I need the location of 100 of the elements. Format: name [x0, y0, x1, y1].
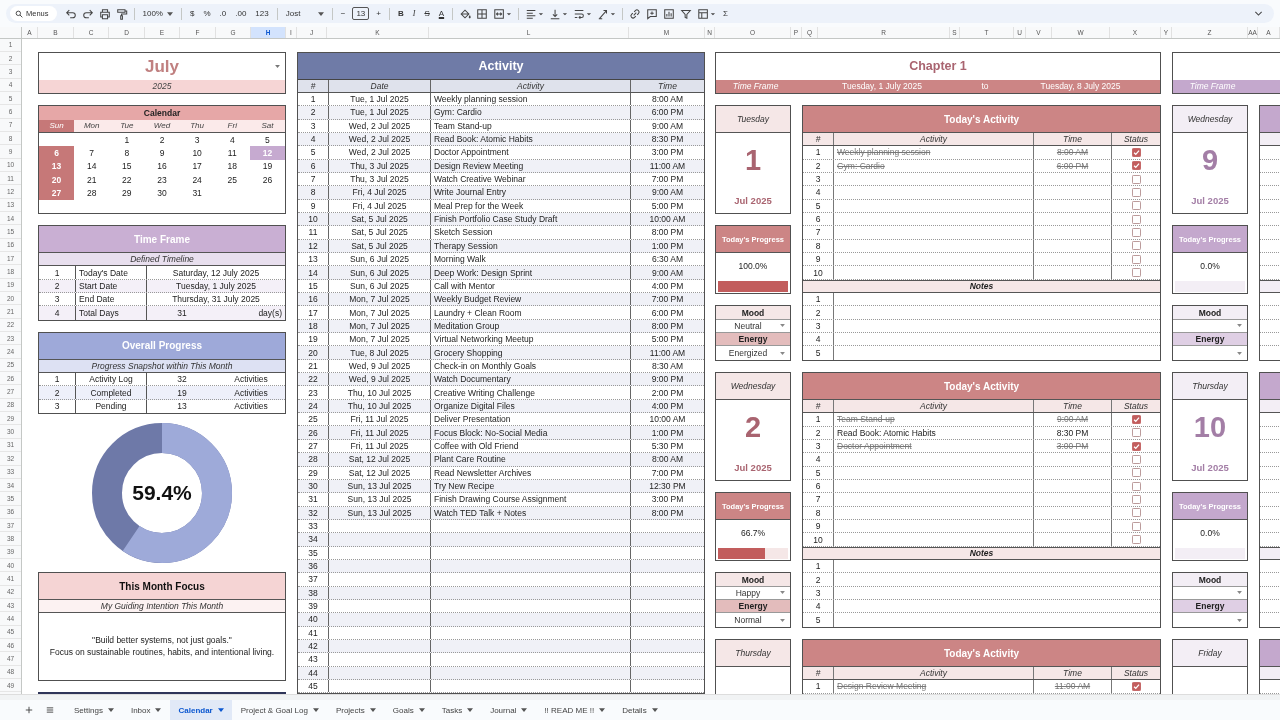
checkbox[interactable]: [1131, 535, 1141, 544]
italic-button[interactable]: I: [410, 7, 418, 20]
text-color-button[interactable]: A: [436, 7, 447, 20]
menu-icon[interactable]: [45, 705, 55, 715]
checkbox[interactable]: [1131, 214, 1141, 224]
calendar-day[interactable]: 4: [214, 132, 250, 147]
sheet-tab[interactable]: Projects: [327, 700, 384, 720]
sheet-tab[interactable]: Details: [614, 700, 666, 720]
merge-cells-icon[interactable]: [493, 7, 513, 20]
calendar-day[interactable]: 28: [74, 186, 110, 200]
align-left-icon[interactable]: [525, 7, 545, 20]
checkbox[interactable]: [1131, 201, 1141, 211]
caret-icon[interactable]: [275, 64, 280, 68]
font-size-field[interactable]: 13: [352, 7, 370, 20]
checkbox[interactable]: [1131, 254, 1141, 264]
calendar-day[interactable]: 11: [214, 146, 250, 160]
toolbar-button[interactable]: +: [374, 7, 383, 20]
energy-dropdown[interactable]: Energized: [716, 346, 790, 360]
checkbox[interactable]: [1131, 481, 1141, 491]
sheet-tab[interactable]: Project & Goal Log: [232, 700, 327, 720]
strikethrough-button[interactable]: S: [422, 7, 432, 20]
calendar-day[interactable]: 5: [249, 132, 285, 147]
add-sheet-icon[interactable]: [24, 705, 34, 715]
paint-bucket-icon[interactable]: [459, 7, 472, 20]
toolbar-button[interactable]: Σ: [721, 7, 731, 20]
calendar-day[interactable]: 29: [109, 186, 145, 200]
checkbox[interactable]: [1131, 147, 1141, 157]
calendar-day[interactable]: 25: [214, 172, 250, 187]
toolbar-button[interactable]: −: [338, 7, 348, 20]
calendar-day[interactable]: 22: [109, 172, 145, 187]
diagonal-arrow-icon[interactable]: [597, 7, 617, 20]
borders-icon[interactable]: [476, 7, 489, 20]
sheet-tab[interactable]: Goals: [384, 700, 433, 720]
calendar-day[interactable]: 2: [144, 132, 180, 147]
checkbox[interactable]: [1131, 441, 1141, 451]
calendar-day[interactable]: 21: [74, 172, 110, 187]
checkbox[interactable]: [1131, 228, 1141, 237]
checkbox[interactable]: [1131, 508, 1141, 518]
sheet-tab[interactable]: Settings: [66, 700, 122, 720]
add-comment-icon[interactable]: [646, 7, 659, 20]
redo-icon[interactable]: [81, 7, 94, 20]
toolbar-button[interactable]: %: [201, 7, 213, 20]
table-cell-text: 3: [309, 119, 317, 132]
checkbox[interactable]: [1131, 414, 1141, 424]
calendar-day[interactable]: 31: [179, 186, 215, 200]
print-icon[interactable]: [98, 7, 111, 20]
energy-dropdown[interactable]: Normal: [716, 613, 790, 627]
calendar-day[interactable]: 24: [179, 172, 215, 187]
bold-button[interactable]: B: [395, 7, 406, 20]
calendar-day[interactable]: 9: [144, 146, 180, 160]
calendar-day[interactable]: 7: [74, 146, 110, 160]
table-cell: 6:00 PM: [630, 106, 704, 119]
checkbox[interactable]: [1131, 521, 1141, 531]
calendar-day[interactable]: 26: [249, 172, 285, 187]
sheet-tab[interactable]: !! READ ME !!: [536, 700, 614, 720]
toolbar-button[interactable]: .00: [233, 7, 249, 20]
checkbox[interactable]: [1131, 241, 1141, 251]
calendar-day[interactable]: 18: [214, 159, 250, 173]
column-header: #: [814, 133, 822, 146]
checkbox[interactable]: [1131, 268, 1141, 277]
checkbox[interactable]: [1131, 454, 1141, 464]
sheet-tab[interactable]: Calendar: [170, 700, 232, 720]
table-icon[interactable]: [697, 7, 717, 20]
zoom-dropdown[interactable]: 100%: [140, 7, 175, 20]
checkbox[interactable]: [1131, 428, 1141, 438]
sheet-tab[interactable]: Inbox: [122, 700, 170, 720]
sheet-tab[interactable]: Tasks: [433, 700, 482, 720]
toolbar-button[interactable]: .0: [217, 7, 229, 20]
font-dropdown[interactable]: Jost: [283, 7, 326, 20]
calendar-day[interactable]: 3: [179, 132, 215, 147]
calendar-day[interactable]: 14: [74, 159, 110, 173]
table-cell-text: 6: [814, 213, 822, 226]
undo-icon[interactable]: [64, 7, 77, 20]
table-cell-text: 31: [307, 493, 319, 506]
calendar-day[interactable]: 16: [144, 159, 180, 173]
toolbar-button[interactable]: $: [188, 7, 197, 20]
filter-icon[interactable]: [680, 7, 693, 20]
align-bottom-icon[interactable]: [549, 7, 569, 20]
calendar-day[interactable]: 17: [179, 159, 215, 173]
calendar-day[interactable]: 10: [179, 146, 215, 160]
link-icon[interactable]: [629, 7, 642, 20]
calendar-day[interactable]: 19: [249, 159, 285, 173]
paint-roller-icon[interactable]: [115, 7, 128, 20]
checkbox[interactable]: [1131, 174, 1141, 184]
checkbox[interactable]: [1131, 161, 1141, 171]
text-wrap-icon[interactable]: [573, 7, 593, 20]
sheet-tab[interactable]: Journal: [482, 700, 536, 720]
calendar-day[interactable]: 30: [144, 186, 180, 200]
checkbox[interactable]: [1131, 681, 1141, 691]
caret-icon: [521, 708, 528, 712]
checkbox[interactable]: [1131, 187, 1141, 197]
chart-icon[interactable]: [663, 7, 676, 20]
toolbar-button[interactable]: 123: [253, 7, 271, 20]
calendar-day[interactable]: 15: [109, 159, 145, 173]
calendar-day[interactable]: 8: [109, 146, 145, 160]
table-cell: Sun, 6 Jul 2025: [328, 266, 430, 279]
calendar-day[interactable]: 1: [109, 132, 145, 147]
checkbox[interactable]: [1131, 495, 1141, 504]
checkbox[interactable]: [1131, 468, 1141, 478]
calendar-day[interactable]: 23: [144, 172, 180, 187]
